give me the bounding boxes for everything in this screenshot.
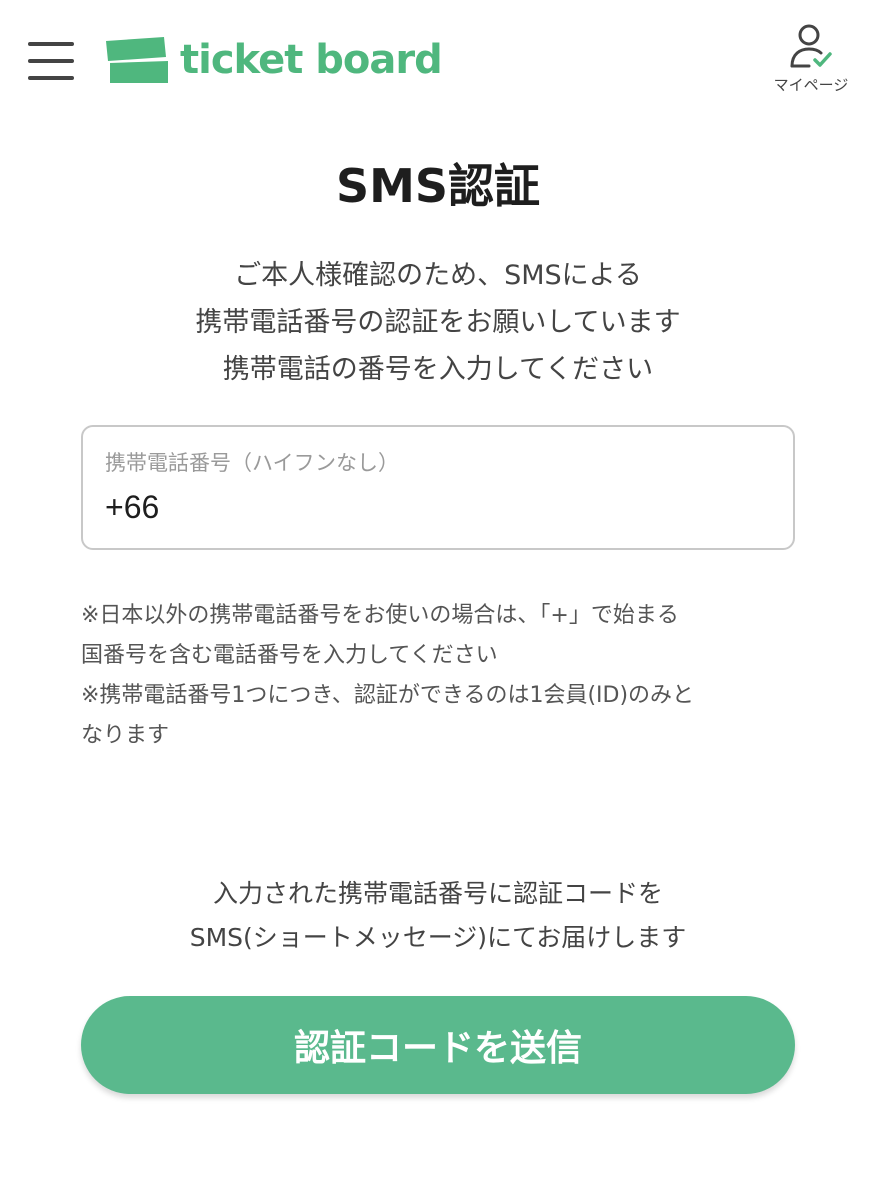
phone-input-value[interactable]: +66 — [105, 489, 159, 526]
send-info-line: SMS(ショートメッセージ)にてお届けします — [189, 923, 687, 952]
phone-number-field[interactable]: 携帯電話番号（ハイフンなし） +66 — [81, 425, 795, 550]
logo-text: ticket board — [180, 37, 443, 83]
menu-bar — [28, 76, 74, 80]
menu-bar — [28, 59, 74, 63]
intro-line: ご本人様確認のため、SMSによる — [234, 260, 642, 291]
note-line: 国番号を含む電話番号を入力してください — [81, 643, 498, 668]
intro-line: 携帯電話番号の認証をお願いしています — [195, 307, 681, 338]
notes: ※日本以外の携帯電話番号をお使いの場合は、「+」で始まる 国番号を含む電話番号を… — [81, 596, 795, 756]
mypage-label: マイページ — [773, 76, 849, 94]
menu-bar — [28, 42, 74, 46]
send-info-line: 入力された携帯電話番号に認証コードを — [212, 879, 663, 908]
phone-field-label: 携帯電話番号（ハイフンなし） — [105, 451, 399, 475]
header: ticket board マイページ — [0, 0, 876, 120]
send-code-button[interactable]: 認証コードを送信 — [81, 996, 795, 1094]
intro-line: 携帯電話の番号を入力してください — [222, 354, 654, 385]
page: ticket board マイページ SMS認証 ご本人様確認のため、SMSによ… — [0, 0, 876, 1200]
logo[interactable]: ticket board — [104, 32, 443, 88]
note-line: ※携帯電話番号1つにつき、認証ができるのは1会員(ID)のみと — [81, 683, 695, 708]
note-line: ※日本以外の携帯電話番号をお使いの場合は、「+」で始まる — [81, 603, 679, 628]
page-title: SMS認証 — [335, 159, 541, 213]
mypage-button[interactable]: マイページ — [766, 22, 856, 102]
send-info-text: 入力された携帯電話番号に認証コードを SMS(ショートメッセージ)にてお届けしま… — [0, 872, 876, 960]
hamburger-menu-icon[interactable] — [28, 42, 74, 82]
intro-text: ご本人様確認のため、SMSによる 携帯電話番号の認証をお願いしています 携帯電話… — [0, 252, 876, 393]
user-check-icon — [790, 24, 832, 68]
logo-ticket-icon — [106, 37, 168, 83]
note-line: なります — [81, 723, 170, 748]
